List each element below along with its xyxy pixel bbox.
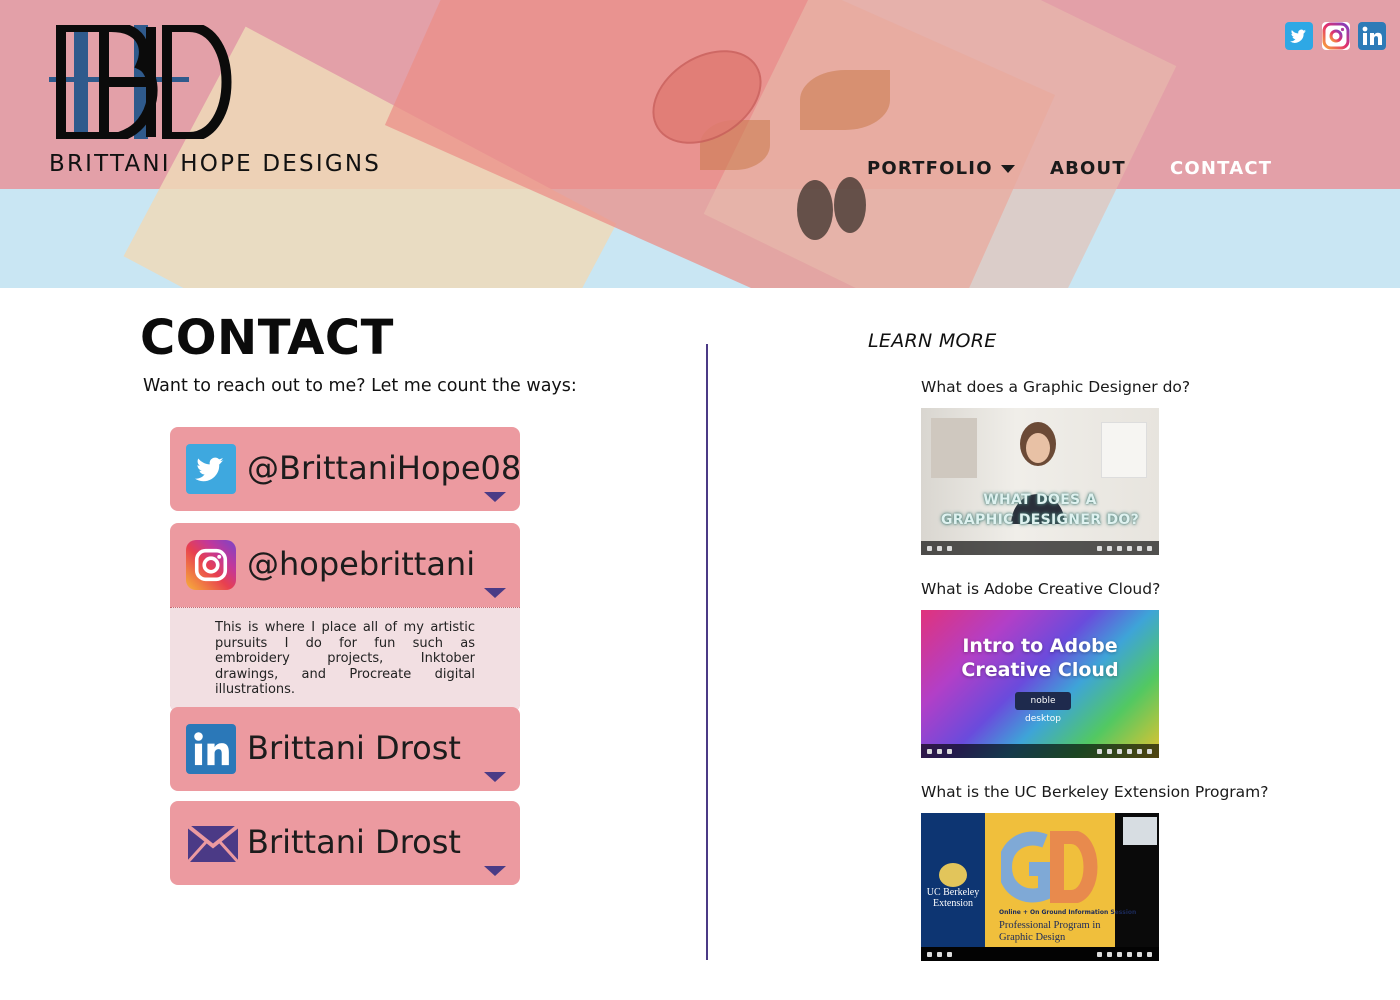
leaf-decoration [800, 70, 890, 130]
title-line: Creative Cloud [961, 659, 1119, 681]
brand-name[interactable]: BRITTANI HOPE DESIGNS [49, 151, 381, 177]
video-thumbnail-graphic-designer[interactable]: WHAT DOES A GRAPHIC DESIGNER DO? [921, 408, 1159, 555]
video-label: What is Adobe Creative Cloud? [921, 580, 1161, 598]
chevron-down-icon[interactable] [484, 492, 506, 502]
card-header[interactable]: @hopebrittani [170, 523, 520, 607]
session-type: Online + On Ground Information Session [999, 909, 1137, 916]
chevron-down-icon[interactable] [484, 772, 506, 782]
card-label: Brittani Drost [247, 729, 461, 767]
card-header[interactable]: Brittani Drost [170, 707, 520, 791]
intro-text: Want to reach out to me? Let me count th… [143, 376, 577, 396]
chevron-down-icon[interactable] [484, 588, 506, 598]
bookshelf [931, 418, 977, 478]
caption-line: WHAT DOES A [983, 492, 1097, 508]
ucb-text: UC Berkeley Extension [925, 887, 981, 909]
nav-portfolio[interactable]: PORTFOLIO [867, 158, 1015, 184]
video-caption: WHAT DOES A GRAPHIC DESIGNER DO? [921, 490, 1159, 530]
ucb-seal [939, 863, 967, 887]
card-label: Brittani Drost [247, 823, 461, 861]
card-label: @BrittaniHope08 [247, 449, 522, 487]
card-header[interactable]: Brittani Drost [170, 801, 520, 885]
learn-more-heading: LEARN MORE [868, 330, 997, 352]
video-thumbnail-uc-berkeley[interactable]: UC Berkeley Extension Online + On Ground… [921, 813, 1159, 961]
chevron-down-icon[interactable] [484, 866, 506, 876]
column-divider [706, 344, 708, 960]
contact-card-instagram[interactable]: @hopebrittani This is where I place all … [170, 523, 520, 712]
twitter-icon [186, 444, 236, 494]
nav-about[interactable]: ABOUT [1050, 158, 1126, 184]
envelope-icon [186, 818, 240, 868]
nav-contact[interactable]: CONTACT [1170, 158, 1272, 184]
cabinet [1101, 422, 1147, 478]
twitter-icon[interactable] [1285, 22, 1313, 50]
caption-line: GRAPHIC DESIGNER DO? [941, 512, 1139, 528]
page-title: CONTACT [140, 310, 394, 366]
card-description: This is where I place all of my artistic… [170, 607, 520, 712]
noble-desktop-badge: noble desktop [1015, 692, 1071, 724]
nav-portfolio-label: PORTFOLIO [867, 158, 993, 179]
video-title: Intro to Adobe Creative Cloud [921, 634, 1159, 682]
video-controls[interactable] [921, 541, 1159, 555]
program-line: Professional Program in [999, 920, 1101, 931]
video-thumbnail-adobe-cc[interactable]: Intro to Adobe Creative Cloud noble desk… [921, 610, 1159, 758]
gd-graphic [1001, 831, 1098, 903]
video-label: What does a Graphic Designer do? [921, 378, 1191, 396]
video-controls[interactable] [921, 744, 1159, 758]
ucb-line: UC Berkeley [926, 887, 980, 898]
presenter-camera [1123, 817, 1157, 845]
contact-card-twitter[interactable]: @BrittaniHope08 [170, 427, 522, 511]
linkedin-icon[interactable] [1358, 22, 1386, 50]
contact-card-linkedin[interactable]: Brittani Drost [170, 707, 520, 791]
instagram-icon[interactable] [1322, 22, 1350, 50]
card-label: @hopebrittani [247, 545, 476, 583]
linkedin-icon [186, 724, 236, 774]
instagram-icon [186, 540, 236, 590]
chevron-down-icon [1000, 165, 1015, 173]
contact-card-email[interactable]: Brittani Drost [170, 801, 520, 885]
video-label: What is the UC Berkeley Extension Progra… [921, 783, 1269, 801]
title-line: Intro to Adobe [962, 635, 1118, 657]
video-controls[interactable] [921, 947, 1159, 961]
program-name: Professional Program in Graphic Design [999, 920, 1109, 944]
ucb-line: Extension [933, 898, 973, 909]
logo-mark[interactable] [49, 25, 237, 139]
program-line: Graphic Design [999, 932, 1066, 943]
card-header[interactable]: @BrittaniHope08 [170, 427, 522, 511]
